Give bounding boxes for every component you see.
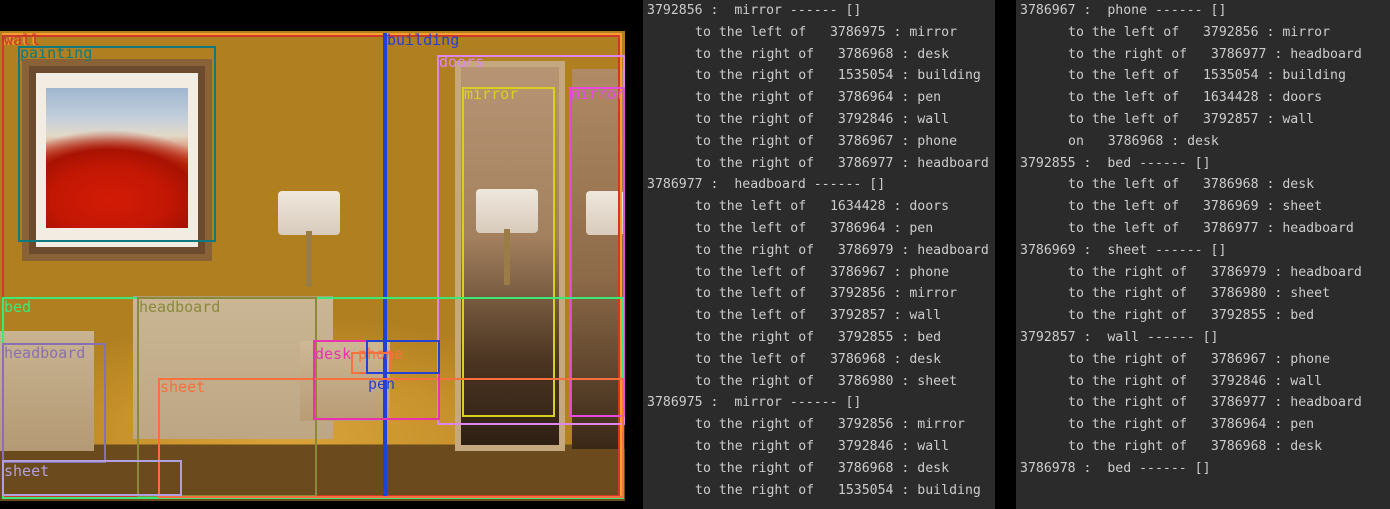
relationship-line: to the right of 3792846 : wall bbox=[1068, 373, 1323, 389]
relationship-line: to the left of 3786968 : desk bbox=[1068, 177, 1315, 193]
relationship-line: to the right of 3786979 : headboard bbox=[1068, 264, 1362, 280]
relationship-line: to the right of 3786977 : headboard bbox=[1068, 395, 1362, 411]
bbox-label-pen: pen bbox=[368, 375, 396, 393]
relationship-line: 3786975 : mirror ------ [] bbox=[647, 395, 862, 411]
relationship-line: to the right of 3786964 : pen bbox=[695, 90, 942, 106]
bbox-label-mirror: mirror bbox=[464, 85, 519, 103]
relationship-line: to the right of 3786967 : phone bbox=[695, 133, 958, 149]
bbox-label-desk: desk bbox=[315, 345, 352, 363]
relationship-line: to the left of 1634428 : doors bbox=[1068, 90, 1323, 106]
relationship-line: 3792856 : mirror ------ [] bbox=[647, 3, 862, 18]
relationship-line: to the right of 3786977 : headboard bbox=[695, 155, 989, 171]
bbox-label-mirror: mirror bbox=[571, 85, 625, 103]
bbox-label-headboard: headboard bbox=[139, 298, 221, 316]
relationship-list-column-right[interactable]: 3786967 : phone ------ [] to the left of … bbox=[1016, 0, 1390, 509]
relationship-line: to the right of 3786968 : desk bbox=[695, 46, 950, 62]
relationship-line: to the left of 3786968 : desk bbox=[695, 351, 942, 367]
relationship-line: to the right of 3792855 : bed bbox=[695, 329, 942, 345]
relationship-line: to the left of 3786969 : sheet bbox=[1068, 199, 1323, 215]
relationship-line: 3792857 : wall ------ [] bbox=[1020, 329, 1219, 345]
relationship-line: to the right of 3792846 : wall bbox=[695, 111, 950, 127]
relationship-line: to the left of 1535054 : building bbox=[1068, 68, 1346, 84]
relationship-line: to the left of 3792857 : wall bbox=[1068, 111, 1315, 127]
relationship-line: to the left of 3786975 : mirror bbox=[695, 24, 958, 40]
bbox-label-painting: painting bbox=[20, 44, 93, 62]
relationship-line: to the right of 3786979 : headboard bbox=[695, 242, 989, 258]
relationship-line: to the right of 3786968 : desk bbox=[1068, 438, 1323, 454]
bbox-pen bbox=[366, 340, 440, 374]
annotated-image-panel: wall wall painting building doors mirror mirro… bbox=[0, 0, 640, 509]
relationship-line: to the right of 3786968 : desk bbox=[695, 460, 950, 476]
relationship-line: to the right of 3792856 : mirror bbox=[695, 417, 965, 433]
relationship-line: to the right of 3786977 : headboard bbox=[1068, 46, 1362, 62]
bbox-label-building: building bbox=[387, 31, 460, 49]
relationship-line: to the left of 3792857 : wall bbox=[695, 308, 942, 324]
relationship-line: to the left of 3786964 : pen bbox=[695, 220, 934, 236]
bbox-label-doors: doors bbox=[439, 53, 485, 71]
bbox-label-sheet: sheet bbox=[160, 378, 206, 396]
scene-photo: wall wall painting building doors mirror mirro… bbox=[0, 31, 625, 501]
relationship-line: 3786967 : phone ------ [] bbox=[1020, 3, 1227, 18]
relationship-line: to the right of 1535054 : building bbox=[695, 68, 981, 84]
relationship-line: to the right of 1535054 : building bbox=[695, 482, 981, 498]
relationship-line: to the left of 3786977 : headboard bbox=[1068, 220, 1354, 236]
relationship-line: to the left of 3792856 : mirror bbox=[1068, 24, 1331, 40]
relationship-line: to the right of 3786980 : sheet bbox=[695, 373, 958, 389]
relationship-line: 3786977 : headboard ------ [] bbox=[647, 177, 886, 193]
relationship-line: to the right of 3786967 : phone bbox=[1068, 351, 1331, 367]
relationship-line: 3792855 : bed ------ [] bbox=[1020, 155, 1211, 171]
app-root: wall wall painting building doors mirror mirro… bbox=[0, 0, 1390, 509]
relationship-list-column-left[interactable]: 3792856 : mirror ------ [] to the left of… bbox=[643, 0, 995, 509]
bbox-label-headboard: headboard bbox=[4, 344, 86, 362]
relationship-line: 3786978 : bed ------ [] bbox=[1020, 460, 1211, 476]
relationship-line: on 3786968 : desk bbox=[1068, 133, 1219, 149]
relationship-line: to the right of 3792846 : wall bbox=[695, 438, 950, 454]
bbox-painting bbox=[18, 46, 216, 242]
relationship-line: 3786969 : sheet ------ [] bbox=[1020, 242, 1227, 258]
relationship-line: to the left of 3792856 : mirror bbox=[695, 286, 958, 302]
relationship-line: to the left of 1634428 : doors bbox=[695, 199, 950, 215]
bbox-label-bed: bed bbox=[4, 298, 32, 316]
relationship-line: to the right of 3792855 : bed bbox=[1068, 308, 1315, 324]
relationship-line: to the right of 3786980 : sheet bbox=[1068, 286, 1331, 302]
bbox-label-sheet: sheet bbox=[4, 462, 50, 480]
relationship-line: to the left of 3786967 : phone bbox=[695, 264, 950, 280]
relationship-line: to the right of 3786964 : pen bbox=[1068, 417, 1315, 433]
